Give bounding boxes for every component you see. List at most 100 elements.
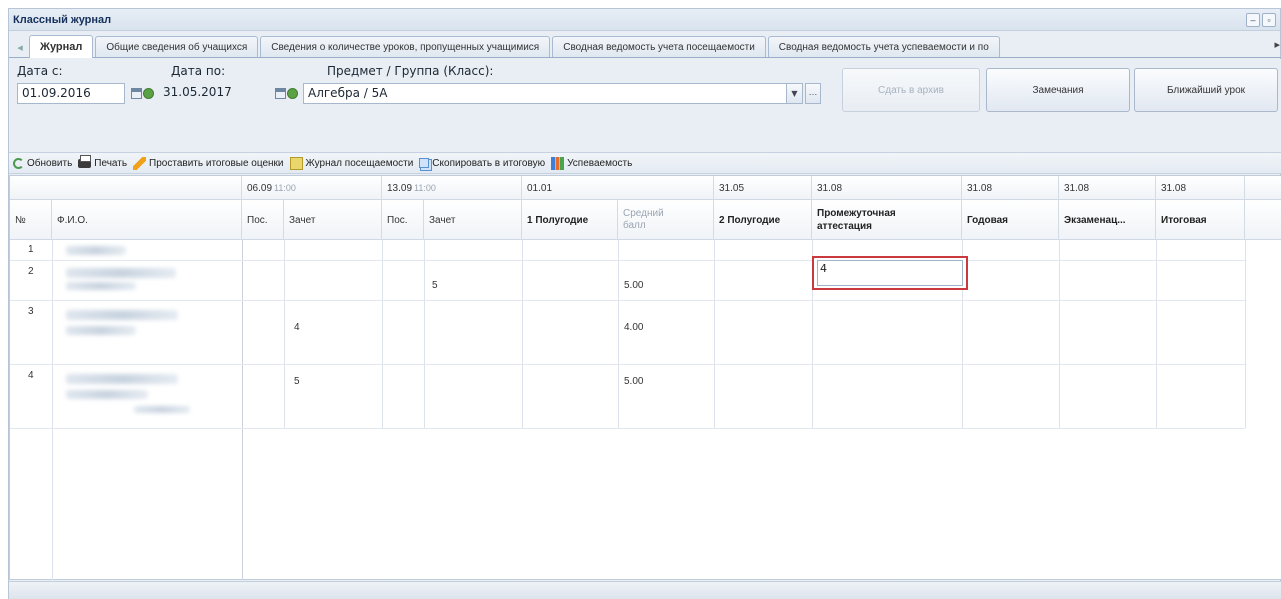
col-header-num-label: № (15, 214, 26, 226)
col-header-num[interactable]: № (10, 200, 52, 240)
archive-button[interactable]: Сдать в архив (842, 68, 980, 112)
col-divider (52, 240, 53, 580)
col-header-annual-label: Годовая (967, 214, 1009, 226)
remarks-button[interactable]: Замечания (986, 68, 1130, 112)
date-from-picker-button[interactable] (129, 84, 155, 103)
col-header-final-label: Итоговая (1161, 214, 1207, 226)
date-header-1-time: 11:00 (274, 183, 296, 193)
final-grades-button[interactable]: Проставить итоговые оценки (133, 156, 284, 170)
date-header-1-date: 06.09 (247, 182, 273, 194)
copy-to-final-button[interactable]: Скопировать в итоговую (419, 158, 545, 169)
journal-icon (289, 156, 303, 170)
tab-label: Общие сведения об учащихся (106, 41, 248, 53)
date-header-2-date: 13.09 (387, 182, 413, 194)
avg-score: 5.00 (624, 376, 644, 387)
col-header-half-1[interactable]: 1 Полугодие (522, 200, 618, 240)
student-name-redacted (66, 282, 136, 290)
date-to-picker-button[interactable] (273, 84, 299, 103)
avg-score: 4.00 (624, 322, 644, 333)
col-header-exam-label: Экзаменац... (1064, 214, 1126, 226)
col-header-avg[interactable]: Средний балл (618, 200, 714, 240)
col-header-exam[interactable]: Экзаменац... (1059, 200, 1156, 240)
col-header-annual[interactable]: Годовая (962, 200, 1059, 240)
copy-icon (419, 158, 430, 168)
chevron-down-icon[interactable]: ▼ (786, 84, 802, 103)
tab-students-info[interactable]: Общие сведения об учащихся (95, 36, 259, 57)
attendance-label: Журнал посещаемости (305, 157, 414, 169)
student-name-redacted (134, 406, 190, 413)
col-header-pos-2[interactable]: Пос. (382, 200, 424, 240)
subject-value: Алгебра / 5А (308, 86, 388, 100)
col-divider (284, 240, 285, 428)
col-header-zach-1[interactable]: Зачет (284, 200, 382, 240)
maximize-icon[interactable]: ▫ (1262, 12, 1276, 27)
refresh-button[interactable]: Обновить (13, 157, 72, 169)
printer-icon (78, 154, 92, 168)
tab-scroll-right-icon[interactable]: ▸ (1274, 38, 1280, 51)
next-lesson-button[interactable]: Ближайший урок (1134, 68, 1278, 112)
col-divider (242, 240, 243, 580)
date-to-field[interactable]: 31.05.2017 (159, 83, 263, 104)
status-bar (9, 581, 1281, 599)
col-header-pos-1-label: Пос. (247, 214, 268, 226)
date-header-2-time: 11:00 (414, 183, 436, 193)
tab-progress-summary[interactable]: Сводная ведомость учета успеваемости и п… (767, 36, 1000, 57)
subject-more-button[interactable]: … (805, 83, 821, 104)
col-header-pos-1[interactable]: Пос. (242, 200, 284, 240)
print-button[interactable]: Печать (78, 154, 127, 169)
copy-label: Скопировать в итоговую (432, 157, 546, 169)
date-header-2: 13.09 11:00 (382, 176, 522, 200)
date-header-4-date: 31.05 (719, 182, 745, 194)
date-header-5: 31.08 (812, 176, 962, 200)
tab-label: Сводная ведомость учета посещаемости (563, 41, 755, 53)
student-name-redacted (66, 310, 178, 320)
row-divider (10, 300, 1245, 301)
col-header-zach-2[interactable]: Зачет (424, 200, 522, 240)
next-lesson-button-label: Ближайший урок (1166, 84, 1246, 96)
grade-zach-2[interactable]: 5 (432, 280, 438, 291)
col-header-zach-2-label: Зачет (429, 214, 456, 226)
tab-attendance-summary[interactable]: Сводная ведомость учета посещаемости (552, 36, 766, 57)
student-name-redacted (66, 374, 178, 384)
col-header-half-2[interactable]: 2 Полугодие (714, 200, 812, 240)
subject-combo[interactable]: Алгебра / 5А ▼ (303, 83, 803, 104)
tab-label: Журнал (40, 41, 83, 53)
student-name-redacted (66, 268, 176, 278)
attendance-journal-button[interactable]: Журнал посещаемости (289, 156, 414, 170)
calendar-icon (274, 88, 286, 99)
tab-journal[interactable]: Журнал (29, 35, 94, 58)
pencil-icon (133, 156, 147, 170)
date-to-label: Дата по: (171, 64, 226, 78)
col-header-interim[interactable]: Промежуточная аттестация (812, 200, 962, 240)
tab-scroll-left-icon[interactable]: ◂ (11, 37, 29, 57)
window-titlebar: Классный журнал – ▫ (9, 9, 1280, 31)
col-divider (382, 240, 383, 428)
tab-missed-lessons[interactable]: Сведения о количестве уроков, пропущенны… (260, 36, 551, 57)
col-header-fio[interactable]: Ф.И.О. (52, 200, 242, 240)
filter-panel: Дата с: Дата по: Предмет / Группа (Класс… (9, 59, 1281, 152)
refresh-date-icon (286, 88, 298, 99)
student-name-redacted (66, 326, 136, 335)
col-header-final[interactable]: Итоговая (1156, 200, 1245, 240)
avg-score: 5.00 (624, 280, 644, 291)
grid-date-row: 06.09 11:00 13.09 11:00 01.01 31.05 31.08 … (10, 176, 1281, 200)
progress-button[interactable]: Успеваемость (551, 156, 632, 170)
date-to-value: 31.05.2017 (163, 85, 232, 99)
refresh-icon (13, 157, 24, 169)
subject-label: Предмет / Группа (Класс): (327, 64, 494, 78)
grade-zach-1[interactable]: 5 (294, 376, 300, 387)
col-header-half-1-label: 1 Полугодие (527, 214, 589, 226)
window-controls: – ▫ (1246, 12, 1276, 27)
final-grades-label: Проставить итоговые оценки (149, 157, 284, 169)
date-header-7-date: 31.08 (1064, 182, 1090, 194)
col-divider (522, 240, 523, 428)
date-header-5-date: 31.08 (817, 182, 843, 194)
interim-grade-input[interactable]: 4 (817, 260, 963, 286)
minimize-icon[interactable]: – (1246, 12, 1260, 27)
journal-window: Классный журнал – ▫ ◂ Журнал Общие сведе… (8, 8, 1281, 599)
row-num: 1 (28, 244, 34, 255)
date-from-field[interactable]: 01.09.2016 (17, 83, 125, 104)
col-header-avg-label: Средний балл (623, 208, 664, 231)
grade-zach-1[interactable]: 4 (294, 322, 300, 333)
date-header-8: 31.08 (1156, 176, 1245, 200)
